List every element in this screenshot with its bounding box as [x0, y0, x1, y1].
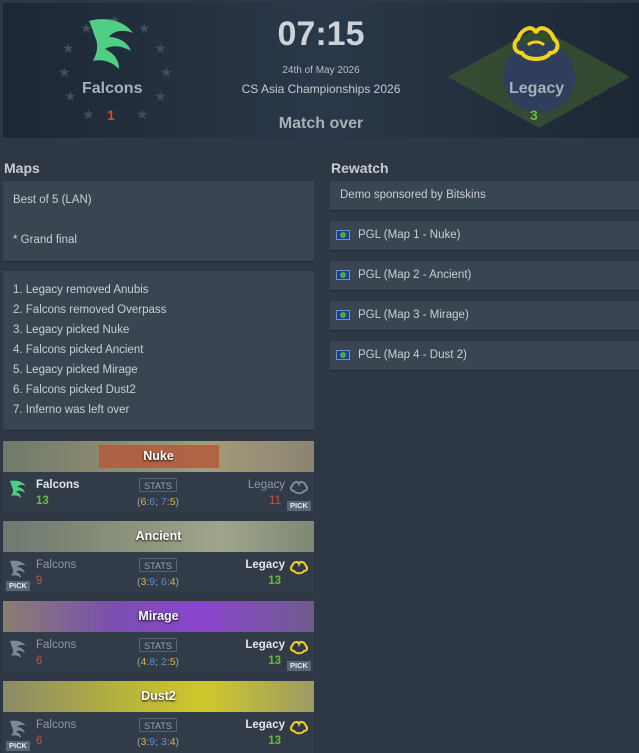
team2-name[interactable]: Legacy: [509, 80, 564, 98]
map-score-row: Falcons 13 STATS (6:6; 7:5) Legacy 11 PICK: [3, 472, 314, 513]
map-name: Nuke: [143, 449, 174, 463]
team1-name[interactable]: Falcons: [36, 639, 76, 651]
map-result-card[interactable]: Nuke Falcons 13 STATS (6:6; 7:5) Legacy 11 PICK: [3, 441, 314, 513]
veto-box: 1. Legacy removed Anubis 2. Falcons remo…: [3, 271, 314, 431]
map-score-row: Falcons 6 STATS (3:9; 3:4) Legacy 13 PICK: [3, 712, 314, 753]
veto-item: 3. Legacy picked Nuke: [13, 324, 130, 336]
veto-item: 5. Legacy picked Mirage: [13, 364, 138, 376]
map-banner: Nuke: [3, 441, 314, 472]
format-box: Best of 5 (LAN) * Grand final: [3, 181, 314, 262]
stream-label: PGL (Map 4 - Dust 2): [358, 349, 467, 361]
map-name: Dust2: [141, 689, 176, 703]
legacy-logo-icon: [289, 719, 309, 739]
pick-badge: PICK: [287, 501, 311, 511]
pick-badge: PICK: [6, 581, 30, 591]
legacy-logo-icon: [289, 559, 309, 579]
flag-icon: [336, 230, 350, 240]
map-result-card[interactable]: Ancient Falcons 9 STATS (3:9; 6:4) Legacy 13 PI…: [3, 521, 314, 593]
veto-item: 2. Falcons removed Overpass: [13, 304, 167, 316]
veto-item: 6. Falcons picked Dust2: [13, 384, 136, 396]
stream-link[interactable]: PGL (Map 4 - Dust 2): [330, 341, 639, 371]
format-text: Best of 5 (LAN): [13, 194, 92, 206]
falcons-logo-icon: [8, 479, 28, 499]
team2-score: 3: [530, 107, 538, 123]
team1-name[interactable]: Falcons: [36, 559, 76, 571]
half-score-part: ): [175, 736, 180, 748]
team2-map-score: 13: [268, 655, 281, 667]
stream-label: PGL (Map 2 - Ancient): [358, 269, 472, 281]
stream-link[interactable]: PGL (Map 2 - Ancient): [330, 261, 639, 291]
legacy-logo-icon[interactable]: [508, 19, 564, 75]
half-scores: (3:9; 3:4): [103, 736, 213, 748]
map-banner: Dust2: [3, 681, 314, 712]
half-score-part: ): [175, 496, 180, 508]
team2-name[interactable]: Legacy: [243, 719, 285, 731]
format-note: * Grand final: [13, 234, 77, 246]
demo-sponsor-text: Demo sponsored by Bitskins: [340, 189, 486, 201]
team1-map-score: 9: [36, 575, 43, 587]
team1-map-score: 6: [36, 735, 43, 747]
stream-label: PGL (Map 1 - Nuke): [358, 229, 461, 241]
match-header: ★ ★ ★ ★ ★ ★ ★ ★ ★ ★ ★ Falcons 1 07:15 24…: [3, 3, 639, 138]
maps-section-title: Maps: [4, 160, 40, 176]
team2-map-score: 11: [269, 495, 281, 507]
half-scores: (4:8; 2:5): [103, 656, 213, 668]
map-name: Ancient: [135, 529, 182, 543]
veto-item: 7. Inferno was left over: [13, 404, 130, 416]
team2-map-score: 13: [268, 575, 281, 587]
falcons-logo-icon: [8, 639, 28, 659]
half-score-part: ): [175, 576, 180, 588]
map-banner: Ancient: [3, 521, 314, 552]
stream-label: PGL (Map 3 - Mirage): [358, 309, 469, 321]
stats-button[interactable]: STATS: [139, 718, 177, 732]
rewatch-section-title: Rewatch: [331, 160, 389, 176]
half-score-part: ): [175, 656, 180, 668]
demo-sponsor-row[interactable]: Demo sponsored by Bitskins: [330, 181, 639, 211]
pick-badge: PICK: [6, 741, 30, 751]
legacy-logo-icon: [289, 479, 309, 499]
map-result-card[interactable]: Mirage Falcons 6 STATS (4:8; 2:5) Legacy 13 PIC…: [3, 601, 314, 673]
team2-name[interactable]: Legacy: [243, 639, 285, 651]
veto-item: 1. Legacy removed Anubis: [13, 284, 149, 296]
falcons-logo-icon: [8, 719, 28, 739]
team1-map-score: 13: [36, 495, 49, 507]
falcons-logo-icon: [8, 559, 28, 579]
flag-icon: [336, 270, 350, 280]
stream-link[interactable]: PGL (Map 1 - Nuke): [330, 221, 639, 251]
team2-name[interactable]: Legacy: [243, 559, 285, 571]
half-scores: (3:9; 6:4): [103, 576, 213, 588]
stats-button[interactable]: STATS: [139, 478, 177, 492]
stats-button[interactable]: STATS: [139, 638, 177, 652]
map-banner: Mirage: [3, 601, 314, 632]
map-score-row: Falcons 6 STATS (4:8; 2:5) Legacy 13 PICK: [3, 632, 314, 673]
stats-button[interactable]: STATS: [139, 558, 177, 572]
flag-icon: [336, 350, 350, 360]
stream-link[interactable]: PGL (Map 3 - Mirage): [330, 301, 639, 331]
pick-badge: PICK: [287, 661, 311, 671]
map-score-row: Falcons 9 STATS (3:9; 6:4) Legacy 13 PICK: [3, 552, 314, 593]
veto-item: 4. Falcons picked Ancient: [13, 344, 144, 356]
map-result-card[interactable]: Dust2 Falcons 6 STATS (3:9; 3:4) Legacy 13 PICK: [3, 681, 314, 753]
team1-map-score: 6: [36, 655, 43, 667]
team1-name[interactable]: Falcons: [36, 719, 76, 731]
flag-icon: [336, 310, 350, 320]
map-name: Mirage: [138, 609, 179, 623]
team2-name[interactable]: Legacy: [243, 479, 285, 491]
team1-name[interactable]: Falcons: [36, 479, 79, 491]
legacy-logo-icon: [289, 639, 309, 659]
team2-map-score: 13: [268, 735, 281, 747]
half-scores: (6:6; 7:5): [103, 496, 213, 508]
